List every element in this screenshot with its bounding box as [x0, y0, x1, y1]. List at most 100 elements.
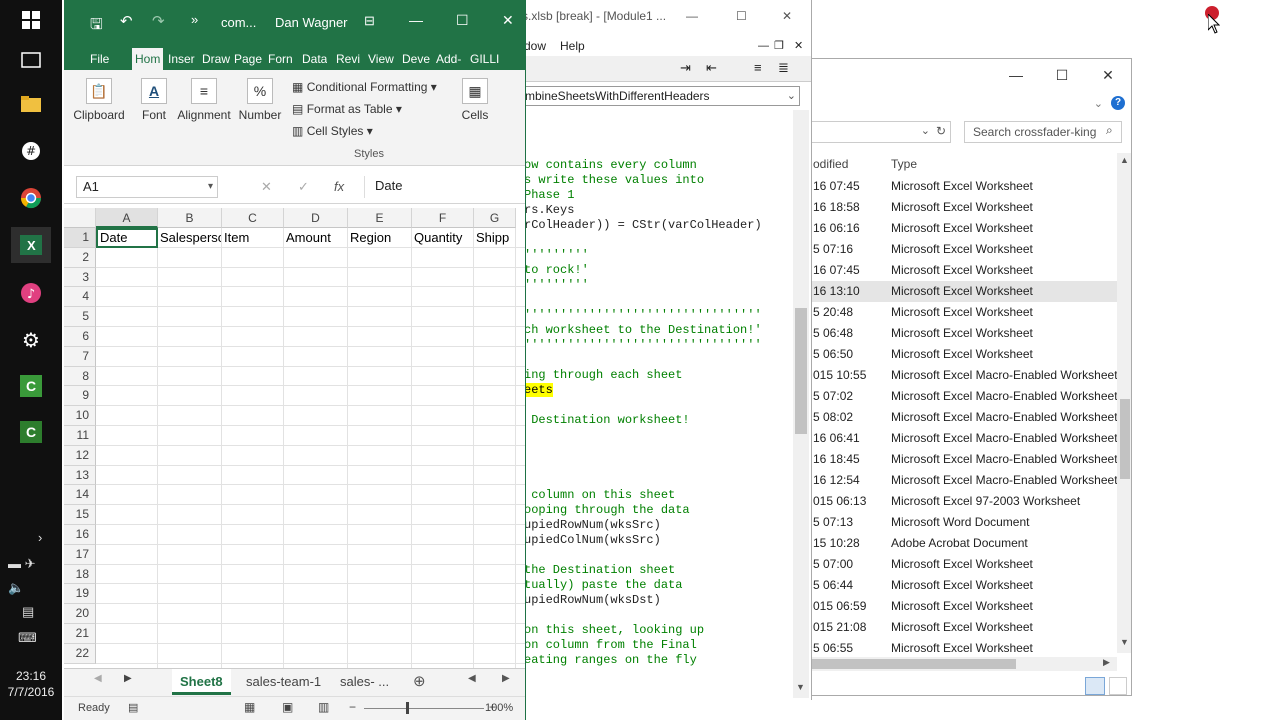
column-header[interactable]: E [348, 208, 412, 228]
code-line[interactable]: rs.Keys [524, 203, 796, 218]
vertical-scrollbar[interactable]: ▲ ▼ [1117, 153, 1131, 653]
slack-icon[interactable]: # [11, 133, 51, 169]
list-item[interactable]: 5 06:44 Microsoft Excel Worksheet [801, 575, 1117, 596]
redo-icon[interactable]: ↷ [152, 12, 165, 30]
close-icon[interactable]: ✕ [502, 12, 514, 29]
page-layout-icon[interactable]: ▣ [282, 700, 293, 714]
tab-add[interactable]: Add- [436, 48, 461, 70]
column-header[interactable]: B [158, 208, 222, 228]
code-line[interactable] [524, 443, 796, 458]
row-header[interactable]: 17 [64, 544, 96, 565]
code-line[interactable] [524, 353, 796, 368]
code-line[interactable]: Destination worksheet! [524, 413, 796, 428]
table-cell[interactable]: Region [348, 228, 412, 248]
table-cell[interactable]: Salesperson [158, 228, 222, 248]
restore-icon[interactable]: ❐ [774, 36, 784, 56]
scroll-right-icon[interactable]: ▶ [1103, 657, 1110, 668]
conditional-formatting-button[interactable]: ▦ Conditional Formatting ▾ [292, 80, 437, 94]
table-cell[interactable]: Date [96, 228, 158, 248]
minimize-icon[interactable]: — [993, 59, 1039, 91]
address-bar[interactable]: ⌄ ↻ [811, 121, 951, 143]
alignment-button[interactable]: ≡ Alignment [174, 78, 234, 122]
code-line[interactable]: tually) paste the data [524, 578, 796, 593]
list-item[interactable]: 5 07:00 Microsoft Excel Worksheet [801, 554, 1117, 575]
scroll-down-icon[interactable]: ▼ [1120, 637, 1129, 647]
chevron-down-icon[interactable]: ▾ [208, 177, 213, 197]
list-item[interactable]: 5 07:16 Microsoft Excel Worksheet [801, 239, 1117, 260]
help-icon[interactable]: ? [1111, 96, 1125, 110]
save-icon[interactable]: 🖫 [90, 14, 103, 39]
row-header[interactable]: 10 [64, 406, 96, 426]
refresh-icon[interactable]: ↻ [936, 124, 946, 138]
scroll-right-icon[interactable]: ▶ [502, 673, 510, 684]
list-item[interactable]: 5 07:13 Microsoft Word Document [801, 512, 1117, 533]
new-sheet-icon[interactable]: ⊕ [413, 672, 426, 690]
code-line[interactable]: upiedRowNum(wksDst) [524, 593, 796, 608]
tab-view[interactable]: View [368, 48, 394, 70]
list-item[interactable]: 5 08:02 Microsoft Excel Macro-Enabled Wor… [801, 407, 1118, 428]
list-item[interactable]: 16 18:45 Microsoft Excel Macro-Enabled Wo… [801, 449, 1118, 470]
minimize-icon[interactable]: — [758, 36, 769, 56]
row-header[interactable]: 11 [64, 426, 96, 446]
vertical-scrollbar[interactable]: ▼ [793, 110, 809, 698]
insert-function-icon[interactable]: fx [334, 179, 344, 194]
tab-deve[interactable]: Deve [402, 48, 430, 70]
format-as-table-button[interactable]: ▤ Format as Table ▾ [292, 102, 402, 116]
row-header[interactable]: 1 [64, 228, 96, 248]
tab-inser[interactable]: Inser [168, 48, 195, 70]
code-line[interactable]: ow contains every column [524, 158, 796, 173]
row-header[interactable]: 22 [64, 643, 96, 664]
maximize-icon[interactable]: ☐ [456, 12, 469, 29]
row-header[interactable]: 14 [64, 485, 96, 506]
zoom-level[interactable]: 100% [485, 702, 513, 714]
chevron-down-icon[interactable]: ⌄ [1094, 97, 1103, 110]
cells-button[interactable]: ▦ Cells [456, 78, 494, 122]
row-header[interactable]: 12 [64, 445, 96, 466]
code-line[interactable]: ''''''''' [524, 248, 796, 263]
clock[interactable]: 23:16 7/7/2016 [0, 668, 62, 700]
scroll-thumb[interactable] [801, 659, 1016, 669]
column-header[interactable]: D [284, 208, 348, 228]
code-line[interactable]: the Destination sheet [524, 563, 796, 578]
row-header[interactable]: 7 [64, 346, 96, 367]
table-cell[interactable]: Shipp [474, 228, 516, 248]
scroll-thumb[interactable] [1120, 399, 1130, 479]
horizontal-scrollbar[interactable]: ▶ [801, 657, 1117, 671]
uncomment-block-icon[interactable]: ≣ [778, 60, 789, 76]
list-item[interactable]: 015 06:13 Microsoft Excel 97-2003 Workshe… [801, 491, 1117, 512]
list-item[interactable]: 16 06:16 Microsoft Excel Worksheet [801, 218, 1117, 239]
code-line[interactable]: s write these values into [524, 173, 796, 188]
scroll-thumb[interactable] [795, 308, 807, 434]
code-line[interactable] [524, 233, 796, 248]
zoom-slider[interactable] [364, 708, 484, 709]
column-header[interactable]: F [412, 208, 474, 228]
settings-icon[interactable]: ⚙ [11, 322, 51, 358]
code-line[interactable]: on this sheet, looking up [524, 623, 796, 638]
tab-draw[interactable]: Draw [202, 48, 230, 70]
itunes-icon[interactable]: ♪ [11, 275, 51, 311]
cell-styles-button[interactable]: ▥ Cell Styles ▾ [292, 124, 373, 138]
minimize-icon[interactable]: — [409, 12, 423, 28]
sheet-tab[interactable]: sales- ... [340, 669, 389, 695]
code-line[interactable]: ing through each sheet [524, 368, 796, 383]
close-icon[interactable]: ✕ [1085, 59, 1131, 91]
code-line[interactable]: upiedRowNum(wksSrc) [524, 518, 796, 533]
code-line[interactable]: upiedColNum(wksSrc) [524, 533, 796, 548]
zoom-slider-thumb[interactable] [406, 702, 409, 714]
select-all-corner[interactable] [64, 208, 96, 228]
list-item[interactable]: 16 18:58 Microsoft Excel Worksheet [801, 197, 1117, 218]
row-header[interactable]: 5 [64, 307, 96, 327]
row-header[interactable]: 19 [64, 584, 96, 605]
list-item[interactable]: 16 13:10 Microsoft Excel Worksheet [801, 281, 1117, 302]
list-item[interactable]: 16 06:41 Microsoft Excel Macro-Enabled Wo… [801, 428, 1118, 449]
camtasia-recorder-icon[interactable]: C [11, 414, 51, 450]
comment-block-icon[interactable]: ≡ [754, 60, 762, 75]
menu-help[interactable]: Help [560, 36, 585, 56]
row-header[interactable]: 8 [64, 366, 96, 387]
scroll-left-icon[interactable]: ◀ [468, 673, 476, 684]
scroll-down-icon[interactable]: ▼ [796, 682, 805, 692]
chrome-icon[interactable] [11, 180, 51, 216]
outdent-icon[interactable]: ⇤ [706, 60, 717, 76]
code-line[interactable] [524, 293, 796, 308]
scroll-right-icon[interactable]: ▶ [124, 673, 132, 684]
